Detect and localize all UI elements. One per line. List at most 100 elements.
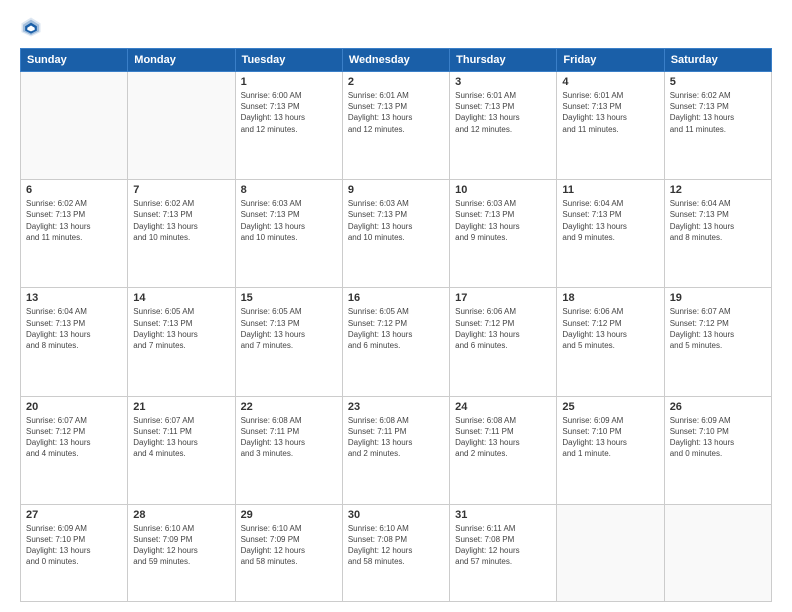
calendar-cell <box>128 72 235 180</box>
day-number: 12 <box>670 184 766 196</box>
calendar-cell: 14 Sunrise: 6:05 AM Sunset: 7:13 PM Dayli… <box>128 288 235 396</box>
day-number: 29 <box>241 509 337 521</box>
day-number: 19 <box>670 292 766 304</box>
logo-icon <box>20 16 42 38</box>
calendar-cell: 28Sunrise: 6:10 AM Sunset: 7:09 PM Dayli… <box>128 504 235 601</box>
header <box>20 16 772 38</box>
day-detail: Sunrise: 6:07 AM Sunset: 7:12 PM Dayligh… <box>670 306 766 351</box>
day-number: 18 <box>562 292 658 304</box>
day-number: 14 <box>133 292 229 304</box>
day-detail: Sunrise: 6:02 AM Sunset: 7:13 PM Dayligh… <box>26 198 122 243</box>
day-number: 20 <box>26 401 122 413</box>
day-detail: Sunrise: 6:05 AM Sunset: 7:13 PM Dayligh… <box>241 306 337 351</box>
calendar-cell: 21Sunrise: 6:07 AM Sunset: 7:11 PM Dayli… <box>128 396 235 504</box>
calendar-cell: 11Sunrise: 6:04 AM Sunset: 7:13 PM Dayli… <box>557 180 664 288</box>
day-number: 11 <box>562 184 658 196</box>
day-detail: Sunrise: 6:05 AM Sunset: 7:12 PM Dayligh… <box>348 306 444 351</box>
calendar-cell: 31 Sunrise: 6:11 AM Sunset: 7:08 PM Dayli… <box>450 504 557 601</box>
calendar-cell: 30 Sunrise: 6:10 AM Sunset: 7:08 PM Dayli… <box>342 504 449 601</box>
calendar-cell: 15 Sunrise: 6:05 AM Sunset: 7:13 PM Dayli… <box>235 288 342 396</box>
weekday-header-saturday: Saturday <box>664 49 771 72</box>
day-number: 9 <box>348 184 444 196</box>
calendar-cell: 29 Sunrise: 6:10 AM Sunset: 7:09 PM Dayli… <box>235 504 342 601</box>
week-row-2: 6 Sunrise: 6:02 AM Sunset: 7:13 PM Daylig… <box>21 180 772 288</box>
weekday-header-tuesday: Tuesday <box>235 49 342 72</box>
day-number: 26 <box>670 401 766 413</box>
weekday-header-wednesday: Wednesday <box>342 49 449 72</box>
calendar-cell: 12 Sunrise: 6:04 AM Sunset: 7:13 PM Dayli… <box>664 180 771 288</box>
day-detail: Sunrise: 6:06 AM Sunset: 7:12 PM Dayligh… <box>562 306 658 351</box>
page: SundayMondayTuesdayWednesdayThursdayFrid… <box>0 0 792 612</box>
day-detail: Sunrise: 6:10 AM Sunset: 7:09 PM Dayligh… <box>241 523 337 568</box>
weekday-header-monday: Monday <box>128 49 235 72</box>
calendar-cell: 22 Sunrise: 6:08 AM Sunset: 7:11 PM Dayli… <box>235 396 342 504</box>
day-number: 25 <box>562 401 658 413</box>
calendar-cell: 7 Sunrise: 6:02 AM Sunset: 7:13 PM Daylig… <box>128 180 235 288</box>
calendar-table: SundayMondayTuesdayWednesdayThursdayFrid… <box>20 48 772 602</box>
day-detail: Sunrise: 6:03 AM Sunset: 7:13 PM Dayligh… <box>348 198 444 243</box>
day-number: 8 <box>241 184 337 196</box>
day-number: 1 <box>241 76 337 88</box>
day-detail: Sunrise: 6:01 AM Sunset: 7:13 PM Dayligh… <box>348 90 444 135</box>
day-number: 28 <box>133 509 229 521</box>
day-number: 17 <box>455 292 551 304</box>
calendar-cell <box>664 504 771 601</box>
day-detail: Sunrise: 6:05 AM Sunset: 7:13 PM Dayligh… <box>133 306 229 351</box>
week-row-1: 1 Sunrise: 6:00 AM Sunset: 7:13 PM Daylig… <box>21 72 772 180</box>
day-detail: Sunrise: 6:04 AM Sunset: 7:13 PM Dayligh… <box>26 306 122 351</box>
day-number: 6 <box>26 184 122 196</box>
logo <box>20 16 48 38</box>
day-detail: Sunrise: 6:00 AM Sunset: 7:13 PM Dayligh… <box>241 90 337 135</box>
day-detail: Sunrise: 6:06 AM Sunset: 7:12 PM Dayligh… <box>455 306 551 351</box>
calendar-cell: 17 Sunrise: 6:06 AM Sunset: 7:12 PM Dayli… <box>450 288 557 396</box>
day-number: 10 <box>455 184 551 196</box>
week-row-5: 27Sunrise: 6:09 AM Sunset: 7:10 PM Dayli… <box>21 504 772 601</box>
day-detail: Sunrise: 6:09 AM Sunset: 7:10 PM Dayligh… <box>562 415 658 460</box>
day-detail: Sunrise: 6:09 AM Sunset: 7:10 PM Dayligh… <box>26 523 122 568</box>
calendar-cell <box>21 72 128 180</box>
calendar-cell: 26 Sunrise: 6:09 AM Sunset: 7:10 PM Dayli… <box>664 396 771 504</box>
calendar-cell: 5 Sunrise: 6:02 AM Sunset: 7:13 PM Daylig… <box>664 72 771 180</box>
day-number: 22 <box>241 401 337 413</box>
calendar-cell: 24Sunrise: 6:08 AM Sunset: 7:11 PM Dayli… <box>450 396 557 504</box>
day-number: 30 <box>348 509 444 521</box>
calendar-cell: 6 Sunrise: 6:02 AM Sunset: 7:13 PM Daylig… <box>21 180 128 288</box>
day-number: 3 <box>455 76 551 88</box>
calendar-cell: 3Sunrise: 6:01 AM Sunset: 7:13 PM Daylig… <box>450 72 557 180</box>
calendar-cell: 2 Sunrise: 6:01 AM Sunset: 7:13 PM Daylig… <box>342 72 449 180</box>
day-detail: Sunrise: 6:04 AM Sunset: 7:13 PM Dayligh… <box>670 198 766 243</box>
calendar-cell: 9 Sunrise: 6:03 AM Sunset: 7:13 PM Daylig… <box>342 180 449 288</box>
calendar-cell: 1 Sunrise: 6:00 AM Sunset: 7:13 PM Daylig… <box>235 72 342 180</box>
day-number: 21 <box>133 401 229 413</box>
calendar-cell: 27Sunrise: 6:09 AM Sunset: 7:10 PM Dayli… <box>21 504 128 601</box>
weekday-header-friday: Friday <box>557 49 664 72</box>
day-detail: Sunrise: 6:03 AM Sunset: 7:13 PM Dayligh… <box>241 198 337 243</box>
day-detail: Sunrise: 6:11 AM Sunset: 7:08 PM Dayligh… <box>455 523 551 568</box>
calendar-cell: 4Sunrise: 6:01 AM Sunset: 7:13 PM Daylig… <box>557 72 664 180</box>
weekday-header-row: SundayMondayTuesdayWednesdayThursdayFrid… <box>21 49 772 72</box>
day-number: 16 <box>348 292 444 304</box>
week-row-4: 20Sunrise: 6:07 AM Sunset: 7:12 PM Dayli… <box>21 396 772 504</box>
day-number: 23 <box>348 401 444 413</box>
calendar-cell: 16 Sunrise: 6:05 AM Sunset: 7:12 PM Dayli… <box>342 288 449 396</box>
day-number: 31 <box>455 509 551 521</box>
calendar-cell: 18 Sunrise: 6:06 AM Sunset: 7:12 PM Dayli… <box>557 288 664 396</box>
day-detail: Sunrise: 6:10 AM Sunset: 7:08 PM Dayligh… <box>348 523 444 568</box>
calendar-cell: 23 Sunrise: 6:08 AM Sunset: 7:11 PM Dayli… <box>342 396 449 504</box>
day-detail: Sunrise: 6:08 AM Sunset: 7:11 PM Dayligh… <box>348 415 444 460</box>
day-number: 5 <box>670 76 766 88</box>
day-detail: Sunrise: 6:01 AM Sunset: 7:13 PM Dayligh… <box>562 90 658 135</box>
day-detail: Sunrise: 6:02 AM Sunset: 7:13 PM Dayligh… <box>670 90 766 135</box>
weekday-header-thursday: Thursday <box>450 49 557 72</box>
day-number: 7 <box>133 184 229 196</box>
day-detail: Sunrise: 6:08 AM Sunset: 7:11 PM Dayligh… <box>241 415 337 460</box>
day-number: 15 <box>241 292 337 304</box>
calendar-cell: 10 Sunrise: 6:03 AM Sunset: 7:13 PM Dayli… <box>450 180 557 288</box>
day-detail: Sunrise: 6:02 AM Sunset: 7:13 PM Dayligh… <box>133 198 229 243</box>
day-detail: Sunrise: 6:09 AM Sunset: 7:10 PM Dayligh… <box>670 415 766 460</box>
calendar-cell: 25 Sunrise: 6:09 AM Sunset: 7:10 PM Dayli… <box>557 396 664 504</box>
calendar-cell <box>557 504 664 601</box>
day-detail: Sunrise: 6:03 AM Sunset: 7:13 PM Dayligh… <box>455 198 551 243</box>
day-number: 2 <box>348 76 444 88</box>
day-number: 24 <box>455 401 551 413</box>
